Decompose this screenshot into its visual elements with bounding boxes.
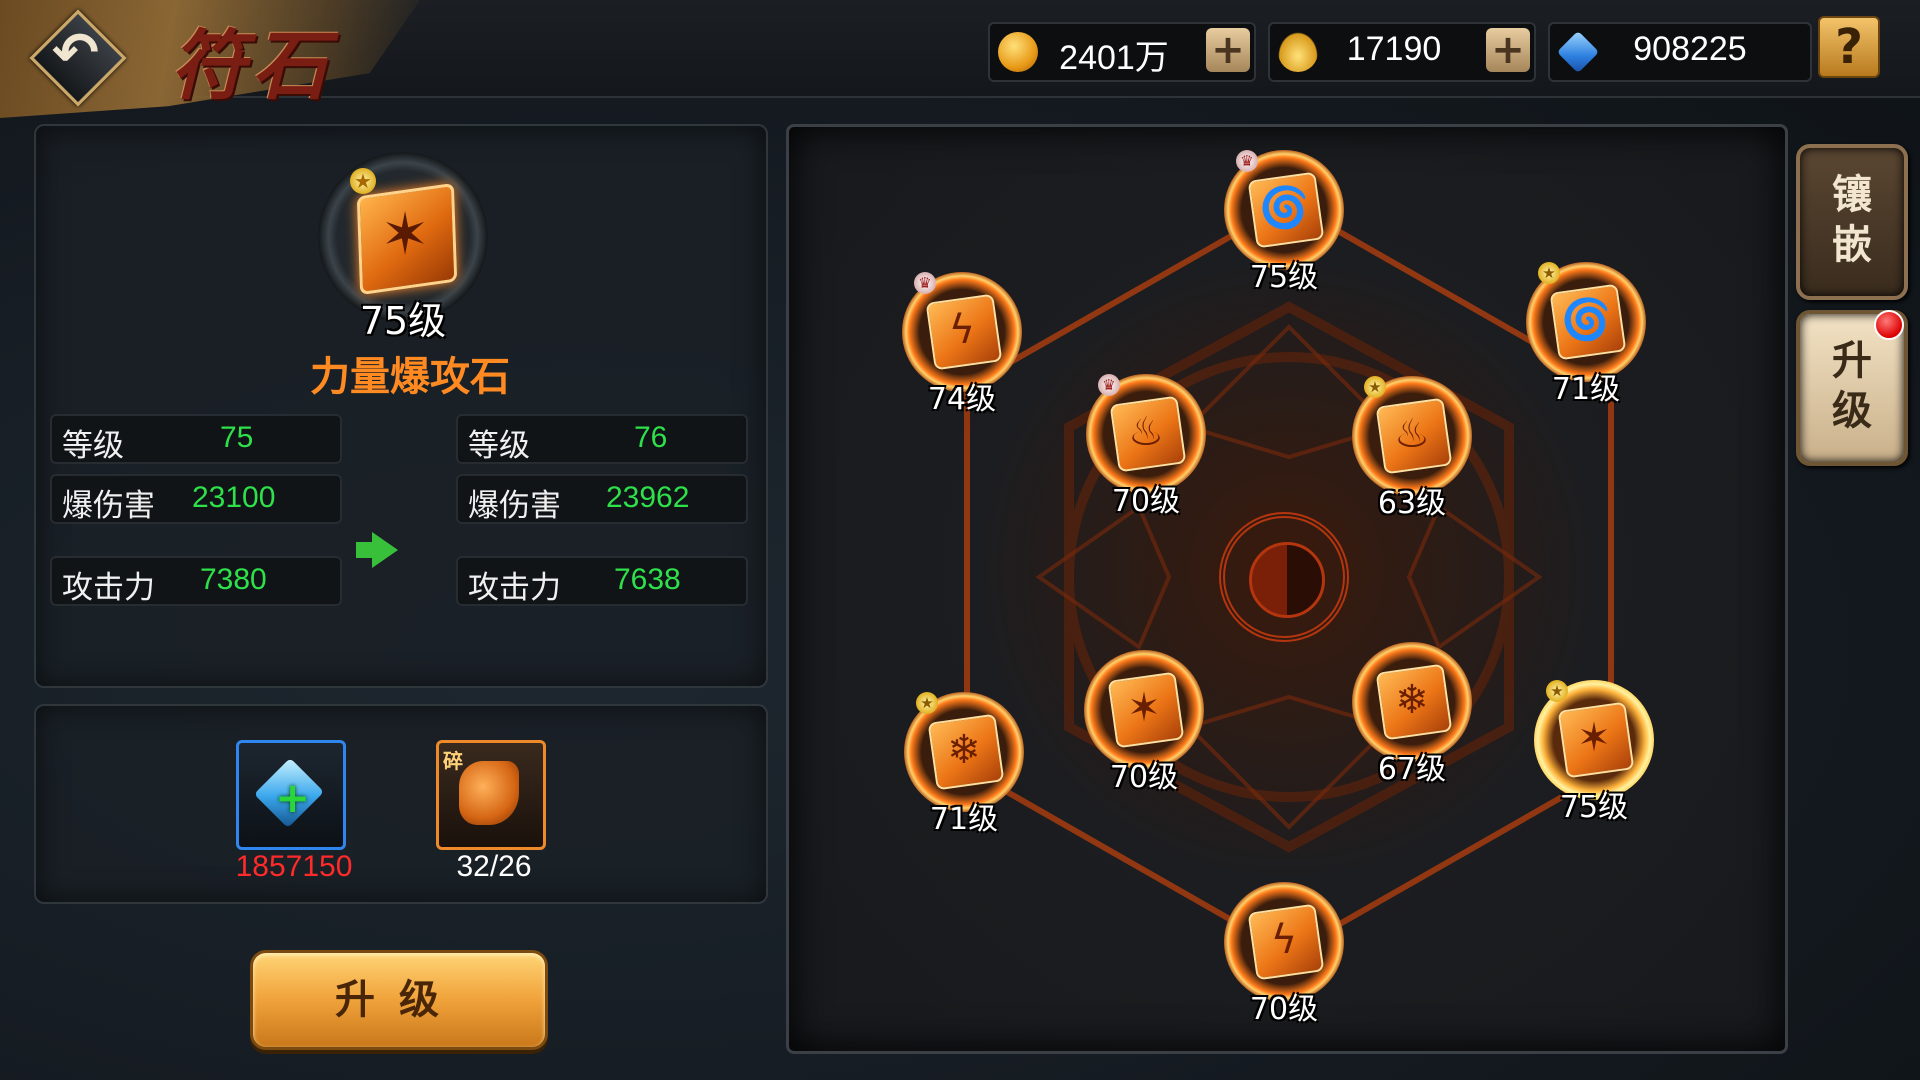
- tab-inlay-label: 镶嵌: [1832, 172, 1872, 268]
- materials-panel: [34, 704, 768, 904]
- add-ingot-button[interactable]: +: [1486, 28, 1530, 72]
- next-stat-level: 等级 76: [456, 414, 748, 464]
- rune-level: 71级: [929, 802, 999, 837]
- star-icon: ★: [916, 692, 938, 714]
- diamond-counter: 908225: [1548, 22, 1812, 82]
- tab-upgrade-label: 升级: [1832, 338, 1872, 434]
- rune-level: 70级: [1109, 760, 1179, 795]
- rune-level: 67级: [1377, 752, 1447, 787]
- star-icon: ★: [1546, 680, 1568, 702]
- upgrade-arrow-icon: [372, 532, 398, 568]
- selected-stone-name: 力量爆攻石: [310, 354, 510, 400]
- plus-icon: +: [275, 773, 311, 822]
- snowflake-icon: ❄: [1395, 677, 1429, 723]
- stat-value: 7380: [200, 563, 267, 596]
- rune-level: 70级: [1111, 484, 1181, 519]
- lightning-icon: ϟ: [948, 307, 976, 353]
- current-stat-crit-damage: 爆伤害 23100: [50, 474, 342, 524]
- flame-icon: ♨: [1394, 411, 1430, 457]
- gold-coin-counter: 2401万 +: [988, 22, 1256, 82]
- material-count-gem: 1857150: [235, 850, 353, 883]
- rune-level: 63级: [1377, 486, 1447, 521]
- stat-value: 23100: [192, 481, 276, 514]
- rune-node[interactable]: 🌀 ★ 71级: [1516, 252, 1656, 412]
- stat-label: 等级: [62, 428, 124, 464]
- tornado-icon: 🌀: [1259, 185, 1309, 231]
- fragment-tag: 碎: [443, 749, 463, 773]
- stat-label: 攻击力: [62, 570, 155, 606]
- stat-value: 75: [220, 421, 254, 454]
- lightning-icon: ϟ: [1270, 917, 1298, 963]
- notification-dot: [1874, 310, 1904, 340]
- star-icon: ★: [1364, 376, 1386, 398]
- rune-node[interactable]: 🌀 ♛ 75级: [1214, 140, 1354, 300]
- stone-fragment-icon: [459, 761, 519, 825]
- material-count-fragment: 32/26: [456, 850, 532, 883]
- stat-label: 爆伤害: [468, 488, 561, 524]
- rune-level: 74级: [927, 382, 997, 417]
- selected-stone-level: 75级: [359, 299, 447, 343]
- rune-node[interactable]: ϟ ♛ 74级: [892, 262, 1032, 422]
- back-arrow-icon[interactable]: ↶: [52, 18, 99, 90]
- crown-icon: ♛: [1236, 150, 1258, 172]
- gold-coin-value: 2401万: [1059, 39, 1169, 77]
- rune-level: 71级: [1551, 372, 1621, 407]
- tornado-icon: 🌀: [1561, 297, 1611, 343]
- gold-ingot-value: 17190: [1346, 30, 1442, 68]
- flame-icon: ♨: [1128, 409, 1164, 455]
- rune-node-highlighted[interactable]: ✶ ★ 75级: [1524, 670, 1664, 830]
- gold-ingot-counter: 17190 +: [1268, 22, 1536, 82]
- stat-label: 攻击力: [468, 570, 561, 606]
- diamond-value: 908225: [1633, 30, 1747, 68]
- claw-icon: ✶: [380, 200, 430, 268]
- add-gold-button[interactable]: +: [1206, 28, 1250, 72]
- material-slot-gem[interactable]: +: [236, 740, 346, 850]
- rune-node[interactable]: ❄ 67级: [1342, 632, 1482, 792]
- stat-label: 爆伤害: [62, 488, 155, 524]
- rune-node[interactable]: ❄ ★ 71级: [894, 682, 1034, 842]
- current-stat-attack: 攻击力 7380: [50, 556, 342, 606]
- yin-yang-icon: [1249, 542, 1325, 618]
- upgrade-button[interactable]: 升级: [250, 950, 548, 1050]
- material-slot-fragment[interactable]: 碎: [436, 740, 546, 850]
- crown-icon: ♛: [1098, 374, 1120, 396]
- claw-icon: ✶: [1127, 685, 1161, 731]
- stat-label: 等级: [468, 428, 530, 464]
- rune-level: 75级: [1559, 790, 1629, 825]
- rune-node[interactable]: ♨ ♛ 70级: [1076, 364, 1216, 524]
- rune-level: 75级: [1249, 260, 1319, 295]
- star-badge-icon: ★: [350, 168, 376, 194]
- stat-value: 76: [634, 421, 668, 454]
- stat-value: 7638: [614, 563, 681, 596]
- next-stat-attack: 攻击力 7638: [456, 556, 748, 606]
- stat-value: 23962: [606, 481, 690, 514]
- rune-node[interactable]: ✶ 70级: [1074, 640, 1214, 800]
- help-button[interactable]: ?: [1818, 16, 1880, 78]
- claw-icon: ✶: [1577, 715, 1611, 761]
- tab-inlay[interactable]: 镶嵌: [1796, 144, 1908, 300]
- rune-node[interactable]: ϟ 70级: [1214, 872, 1354, 1032]
- crown-icon: ♛: [914, 272, 936, 294]
- star-icon: ★: [1538, 262, 1560, 284]
- next-stat-crit-damage: 爆伤害 23962: [456, 474, 748, 524]
- snowflake-icon: ❄: [947, 727, 981, 773]
- rune-node[interactable]: ♨ ★ 63级: [1342, 366, 1482, 526]
- bagua-icon: [1219, 512, 1349, 642]
- rune-level: 70级: [1249, 992, 1319, 1027]
- current-stat-level: 等级 75: [50, 414, 342, 464]
- page-title: 符石: [170, 21, 334, 110]
